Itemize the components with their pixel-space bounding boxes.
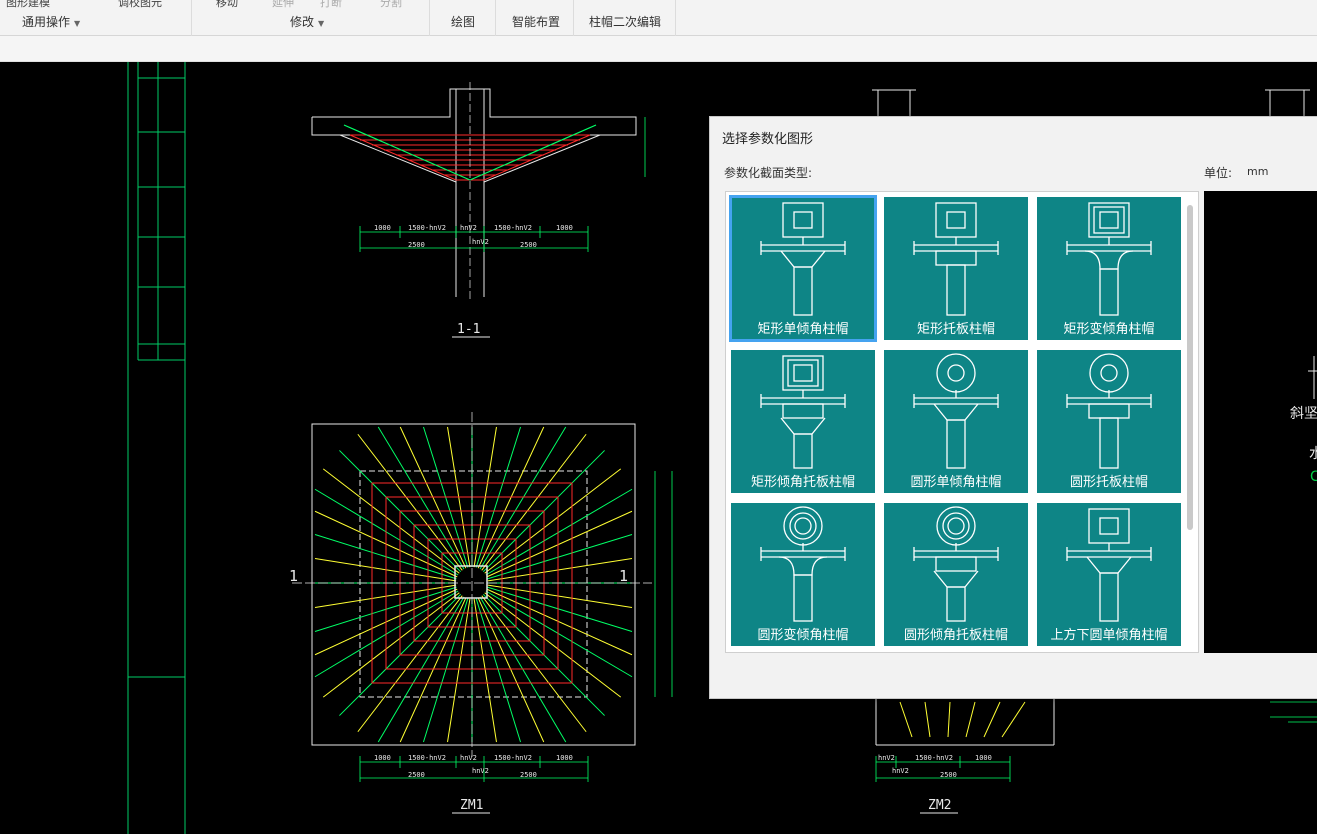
- plan2-dim-1: hnV2: [878, 754, 895, 762]
- section-total-2: hnV2: [472, 238, 489, 246]
- caret-down-icon: ▼: [318, 19, 325, 28]
- gallery-scrollbar-thumb[interactable]: [1187, 205, 1193, 530]
- title-block: [127, 62, 186, 834]
- section-dim-5: 1000: [556, 224, 573, 232]
- ribbon-toolbar: 图形建模 调校图元 通用操作 ▼ 移动 延伸 打断 分割 修改 ▼ 绘图 智能布置 …: [0, 0, 1317, 36]
- ribbon-item-move[interactable]: 移动: [216, 0, 238, 10]
- zm1-rebar-rays: [314, 426, 633, 743]
- rebar-ray: [487, 533, 633, 580]
- shape-tile-label: 圆形托板柱帽: [1069, 475, 1148, 490]
- section-dim-3: hnV2: [460, 224, 477, 232]
- shape-tile-8[interactable]: 圆形倾角托板柱帽: [884, 503, 1028, 646]
- plan-label-zm1: ZM1: [460, 798, 483, 813]
- plan-zm1: 1 1 1000 1500-hnV2 hnV2 1500-hnV2 1000 2…: [289, 412, 673, 814]
- ribbon-group-smart-layout: 智能布置: [496, 0, 574, 36]
- plan-dim-2: 1500-hnV2: [408, 754, 446, 762]
- ribbon-group-draw: 绘图: [430, 0, 496, 36]
- rebar-ray: [481, 595, 587, 733]
- shape-preview: 斜坚 水 C: [1204, 191, 1317, 653]
- section-label: 1-1: [457, 322, 480, 337]
- shape-tile-7[interactable]: 圆形变倾角柱帽: [731, 503, 875, 646]
- shape-tile-9[interactable]: 上方下圆单倾角柱帽: [1037, 503, 1181, 646]
- shape-tile-2[interactable]: 矩形托板柱帽: [884, 197, 1028, 340]
- rebar-ray: [487, 586, 633, 633]
- section-1-1: 1000 1500-hnV2 hnV2 1500-hnV2 1000 2500 …: [311, 82, 646, 338]
- plan-dim-4: 1500-hnV2: [494, 754, 532, 762]
- ribbon-item-model[interactable]: 图形建模: [6, 0, 50, 10]
- drawing-tab-strip: [0, 36, 1317, 62]
- section-dim-4: 1500-hnV2: [494, 224, 532, 232]
- cut-marker-left: 1: [289, 567, 298, 585]
- ribbon-group-smart-layout-label[interactable]: 智能布置: [512, 13, 560, 30]
- ribbon-group-general-label[interactable]: 通用操作 ▼: [22, 13, 80, 30]
- shape-tile-1[interactable]: 矩形单倾角柱帽: [729, 195, 877, 342]
- section-dim-1: 1000: [374, 224, 391, 232]
- rebar-ray: [447, 598, 471, 743]
- section-total-1: 2500: [408, 241, 425, 249]
- shape-tile-5[interactable]: 圆形单倾角柱帽: [884, 350, 1028, 493]
- plan-total-3: 2500: [520, 771, 537, 779]
- ribbon-group-modify-label[interactable]: 修改 ▼: [290, 13, 324, 30]
- shape-tile-label: 矩形倾角托板柱帽: [750, 475, 855, 490]
- ribbon-group-general: 图形建模 调校图元 通用操作 ▼: [0, 0, 192, 36]
- shape-tile-label: 圆形变倾角柱帽: [757, 628, 849, 643]
- shape-tile-label: 矩形托板柱帽: [916, 322, 995, 337]
- caret-down-icon: ▼: [74, 19, 81, 28]
- shape-tile-label: 矩形变倾角柱帽: [1063, 322, 1155, 337]
- plan-dim-1: 1000: [374, 754, 391, 762]
- plan-dim-5: 1000: [556, 754, 573, 762]
- shape-tile-label: 圆形倾角托板柱帽: [903, 628, 1008, 643]
- section-type-label: 参数化截面类型:: [724, 166, 813, 180]
- section-total-3: 2500: [520, 241, 537, 249]
- rebar-ray: [322, 592, 460, 698]
- cut-marker-right: 1: [619, 567, 628, 585]
- shape-tile-6[interactable]: 圆形托板柱帽: [1037, 350, 1181, 493]
- rebar-ray: [399, 426, 467, 569]
- ribbon-group-cap-edit-label[interactable]: 柱帽二次编辑: [589, 13, 661, 30]
- plan2-dim-3: 1000: [975, 754, 992, 762]
- plan2-total-2: 2500: [940, 771, 957, 779]
- ribbon-group-cap-edit: 柱帽二次编辑: [574, 0, 676, 36]
- shape-tile-3[interactable]: 矩形变倾角柱帽: [1037, 197, 1181, 340]
- rebar-ray: [484, 592, 622, 698]
- rebar-ray: [484, 468, 622, 574]
- ribbon-item-break[interactable]: 打断: [320, 0, 342, 10]
- plan-total-2: hnV2: [472, 767, 489, 775]
- plan2-total-1: hnV2: [892, 767, 909, 775]
- dialog-title: 选择参数化图形: [722, 132, 814, 147]
- ribbon-item-adjust[interactable]: 调校图元: [118, 0, 162, 10]
- parametric-shape-dialog: 选择参数化图形 参数化截面类型: 单位: mm 矩形单倾角柱帽 矩形托板柱帽 矩形变…: [709, 116, 1317, 699]
- rebar-ray: [357, 595, 463, 733]
- plan-label-zm2: ZM2: [928, 798, 951, 813]
- rebar-ray: [322, 468, 460, 574]
- ribbon-item-extend[interactable]: 延伸: [272, 0, 294, 10]
- section-dim-2: 1500-hnV2: [408, 224, 446, 232]
- unit-label: 单位:: [1204, 166, 1233, 180]
- plan-dim-3: hnV2: [460, 754, 477, 762]
- shape-tile-label: 圆形单倾角柱帽: [910, 475, 1002, 490]
- preview-label-slope: 斜坚: [1290, 406, 1317, 422]
- preview-label-c: C: [1310, 469, 1317, 485]
- rebar-ray: [487, 558, 633, 582]
- rebar-ray: [357, 433, 463, 571]
- unit-value: mm: [1247, 165, 1269, 178]
- rebar-ray: [475, 598, 522, 743]
- rebar-ray: [473, 598, 497, 743]
- ribbon-group-modify: 移动 延伸 打断 分割 修改 ▼: [192, 0, 430, 36]
- shape-tile-label: 上方下圆单倾角柱帽: [1050, 628, 1168, 643]
- shape-gallery[interactable]: 矩形单倾角柱帽 矩形托板柱帽 矩形变倾角柱帽矩形倾角托板柱帽 圆形单倾角柱帽 圆形托板柱…: [725, 191, 1199, 653]
- shape-tile-4[interactable]: 矩形倾角托板柱帽: [731, 350, 875, 493]
- ribbon-item-split[interactable]: 分割: [380, 0, 402, 10]
- plan2-dim-2: 1500-hnV2: [915, 754, 953, 762]
- gallery-scrollbar[interactable]: [1185, 197, 1195, 647]
- plan-total-1: 2500: [408, 771, 425, 779]
- rebar-ray: [422, 598, 469, 743]
- shape-tile-label: 矩形单倾角柱帽: [757, 322, 849, 337]
- preview-label-horizontal: 水: [1309, 446, 1317, 462]
- ribbon-group-draw-label[interactable]: 绘图: [451, 13, 475, 30]
- rebar-ray: [487, 584, 633, 608]
- rebar-ray: [481, 433, 587, 571]
